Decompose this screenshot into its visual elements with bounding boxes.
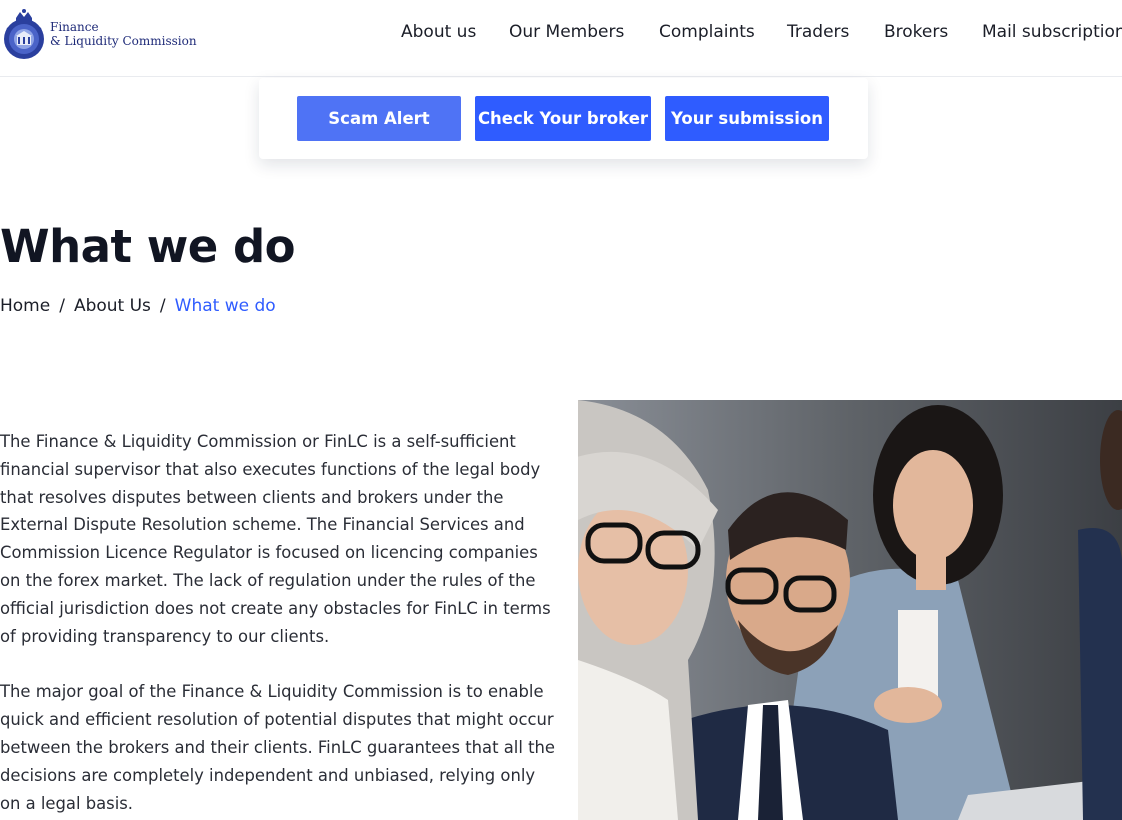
team-photo	[578, 400, 1122, 820]
check-broker-button[interactable]: Check Your broker	[475, 96, 651, 141]
breadcrumb-about-us[interactable]: About Us	[74, 296, 151, 316]
crest-icon	[4, 9, 44, 59]
breadcrumb-current: What we do	[174, 296, 276, 316]
paragraph-1: The Finance & Liquidity Commission or Fi…	[0, 432, 551, 646]
site-header: Finance & Liquidity Commission About us …	[0, 0, 1122, 77]
breadcrumb-home[interactable]: Home	[0, 296, 50, 316]
team-photo-illustration	[578, 400, 1122, 820]
quick-actions-card: Scam Alert Check Your broker Your submis…	[259, 78, 868, 159]
logo-line-2: & Liquidity Commission	[50, 34, 197, 48]
your-submission-button[interactable]: Your submission	[665, 96, 829, 141]
scam-alert-button[interactable]: Scam Alert	[297, 96, 461, 141]
nav-our-members[interactable]: Our Members	[509, 22, 624, 42]
nav-brokers[interactable]: Brokers	[884, 22, 948, 42]
intro-text: The Finance & Liquidity Commission or Fi…	[0, 428, 556, 820]
breadcrumb-separator: /	[59, 296, 65, 316]
breadcrumb-separator: /	[159, 296, 166, 316]
nav-mail-subscription[interactable]: Mail subscription	[982, 22, 1122, 42]
logo-line-1: Finance	[50, 20, 99, 34]
nav-traders[interactable]: Traders	[787, 22, 849, 42]
logo-text: Finance & Liquidity Commission	[50, 20, 197, 48]
site-logo[interactable]: Finance & Liquidity Commission	[2, 5, 202, 63]
page-title: What we do	[0, 220, 296, 273]
nav-about-us[interactable]: About us	[401, 22, 476, 42]
nav-complaints[interactable]: Complaints	[659, 22, 755, 42]
paragraph-2: The major goal of the Finance & Liquidit…	[0, 682, 555, 813]
breadcrumb: Home / About Us / What we do	[0, 296, 276, 316]
